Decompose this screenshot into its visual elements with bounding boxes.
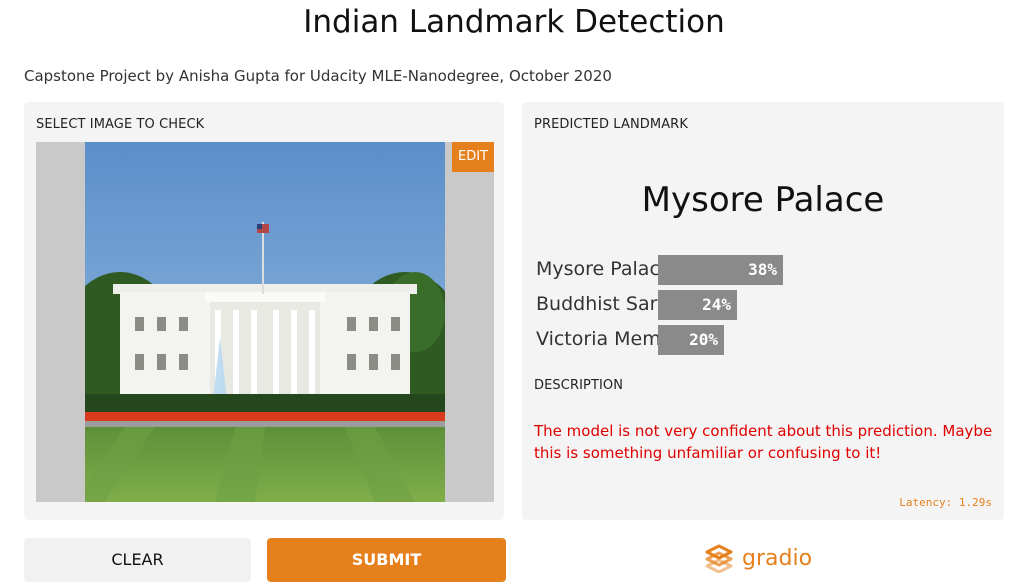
- predicted-landmark: Mysore Palace: [641, 180, 885, 220]
- confidence-label: Victoria Memorial: [536, 328, 658, 350]
- gradio-logo-icon: [705, 544, 733, 573]
- page-title: Indian Landmark Detection: [303, 4, 725, 40]
- output-panel-label: PREDICTED LANDMARK: [534, 117, 688, 132]
- confidence-percent: 24%: [702, 295, 731, 314]
- page-subtitle: Capstone Project by Anisha Gupta for Uda…: [24, 67, 612, 85]
- confidence-label: Mysore Palace: [536, 258, 658, 280]
- latency-text: Latency: 1.29s: [899, 496, 992, 509]
- description-text: The model is not very confident about th…: [534, 422, 993, 462]
- image-upload-area[interactable]: EDIT: [36, 142, 494, 502]
- confidence-percent: 20%: [689, 330, 718, 349]
- gradio-brand-link[interactable]: gradio: [704, 542, 812, 574]
- submit-button[interactable]: SUBMIT: [267, 538, 506, 582]
- uploaded-image: [85, 142, 445, 502]
- input-panel-label: SELECT IMAGE TO CHECK: [36, 117, 205, 132]
- confidence-bar: 20%: [658, 325, 724, 355]
- gradio-wordmark: gradio: [742, 545, 813, 571]
- description-label: DESCRIPTION: [534, 378, 624, 393]
- confidence-label: Buddhist Sarnath: [536, 293, 658, 315]
- confidence-bar: 24%: [658, 290, 737, 320]
- output-panel: PREDICTED LANDMARK Mysore Palace Mysore …: [522, 102, 1004, 520]
- input-panel: SELECT IMAGE TO CHECK EDIT: [24, 102, 504, 520]
- confidence-percent: 38%: [748, 260, 777, 279]
- confidence-bar: 38%: [658, 255, 783, 285]
- edit-button[interactable]: EDIT: [452, 142, 494, 172]
- clear-button[interactable]: CLEAR: [24, 538, 251, 582]
